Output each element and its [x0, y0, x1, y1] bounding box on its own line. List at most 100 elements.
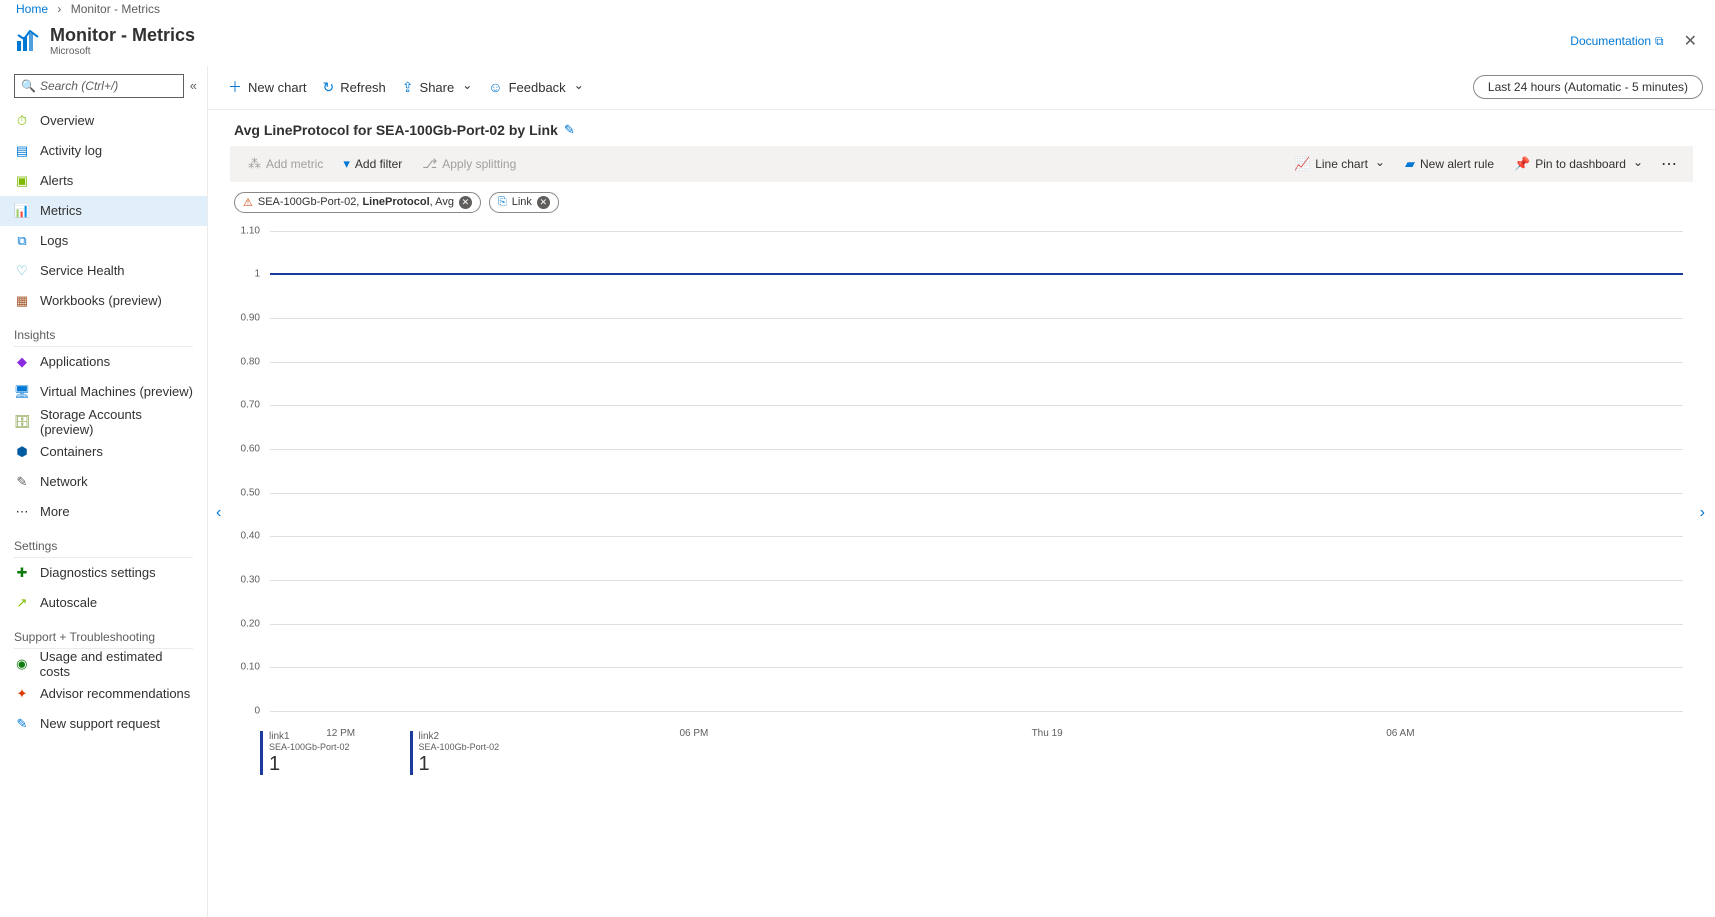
y-tick-label: 0.40 [230, 531, 260, 542]
monitor-icon [14, 27, 42, 55]
sidebar-item-autoscale[interactable]: ↗Autoscale [0, 588, 207, 618]
sidebar-item-activity-log[interactable]: ▤Activity log [0, 136, 207, 166]
refresh-icon: ↻ [323, 79, 335, 96]
gridline [270, 449, 1683, 450]
split-icon: ⎇ [422, 156, 437, 172]
filter-icon: ▾ [343, 156, 350, 172]
pin-icon: 📌 [1514, 156, 1530, 172]
nav-label: Network [40, 474, 88, 489]
sidebar-item-diagnostics-settings[interactable]: ✚ Diagnostics settings [0, 558, 207, 588]
nav-label: Virtual Machines (preview) [40, 384, 193, 399]
new-alert-button[interactable]: ▰New alert rule [1397, 152, 1502, 176]
nav-label: Alerts [40, 173, 73, 188]
search-input[interactable]: 🔍 Search (Ctrl+/) [14, 74, 184, 98]
breadcrumb-current: Monitor - Metrics [71, 2, 160, 16]
next-chart-icon[interactable]: › [1692, 496, 1713, 530]
legend-value: 1 [269, 753, 350, 775]
alert-icon: ▰ [1405, 156, 1415, 172]
nav-label: Workbooks (preview) [40, 293, 162, 308]
y-tick-label: 0.70 [230, 400, 260, 411]
nav-icon: ⋯ [14, 504, 30, 520]
sidebar-item-workbooks-preview-[interactable]: ▦ Workbooks (preview) [0, 286, 207, 316]
sidebar-item-containers[interactable]: ⬢Containers [0, 437, 207, 467]
nav-icon: ◆ [14, 354, 30, 370]
y-tick-label: 0.60 [230, 443, 260, 454]
nav-label: Metrics [40, 203, 82, 218]
gridline [270, 711, 1683, 712]
more-options-icon[interactable]: ⋯ [1655, 154, 1683, 174]
gridline [270, 536, 1683, 537]
nav-icon: ✦ [14, 686, 30, 702]
gridline [270, 493, 1683, 494]
metric-icon: ⁂ [248, 156, 261, 172]
sidebar-item-metrics[interactable]: 📊 Metrics [0, 196, 207, 226]
sidebar-item-storage-accounts-preview-[interactable]: 🗄Storage Accounts (preview) [0, 407, 207, 437]
sidebar-item-usage-and-estimated-costs[interactable]: ◉ Usage and estimated costs [0, 649, 207, 679]
nav-icon: 📊 [14, 203, 30, 219]
edit-title-icon[interactable]: ✎ [564, 122, 575, 138]
x-tick-label: Thu 19 [1032, 728, 1063, 739]
gridline [270, 231, 1683, 232]
group-settings: Settings [0, 527, 207, 555]
metric-chip[interactable]: ⚠ SEA-100Gb-Port-02, LineProtocol, Avg ✕ [234, 192, 481, 213]
breadcrumb-separator: › [57, 2, 61, 16]
breadcrumb: Home › Monitor - Metrics [0, 0, 1715, 22]
nav-icon: ▦ [14, 293, 30, 309]
nav-label: Overview [40, 113, 94, 128]
pin-dashboard-button[interactable]: 📌Pin to dashboard [1506, 152, 1651, 176]
chart-plot[interactable]: 1.1010.900.800.700.600.500.400.300.200.1… [230, 223, 1683, 723]
collapse-sidebar-icon[interactable]: « [190, 78, 197, 93]
main-content: ＋New chart ↻Refresh ⇪Share ☺Feedback Las… [208, 66, 1715, 917]
sidebar-item-alerts[interactable]: ▣Alerts [0, 166, 207, 196]
apply-splitting-button[interactable]: ⎇Apply splitting [414, 152, 524, 176]
smile-icon: ☺ [488, 79, 502, 95]
nav-label: Containers [40, 444, 103, 459]
refresh-button[interactable]: ↻Refresh [315, 75, 394, 100]
sidebar-item-more[interactable]: ⋯More [0, 497, 207, 527]
sidebar-item-new-support-request[interactable]: ✎New support request [0, 709, 207, 739]
remove-chip-icon[interactable]: ✕ [459, 196, 472, 209]
share-button[interactable]: ⇪Share [394, 75, 481, 100]
legend-series-name: link2 [419, 731, 500, 743]
add-filter-button[interactable]: ▾Add filter [335, 152, 410, 176]
nav-label: Advisor recommendations [40, 686, 190, 701]
documentation-link[interactable]: Documentation ⧉ [1570, 34, 1663, 49]
page-subtitle: Microsoft [50, 46, 195, 57]
search-icon: 🔍 [21, 79, 36, 93]
nav-label: Usage and estimated costs [40, 649, 193, 679]
breadcrumb-home[interactable]: Home [16, 2, 48, 16]
gridline [270, 318, 1683, 319]
x-tick-label: 12 PM [326, 728, 355, 739]
group-insights: Insights [0, 316, 207, 344]
external-link-icon: ⧉ [1655, 34, 1664, 49]
legend-item-link2[interactable]: link2SEA-100Gb-Port-021 [410, 731, 500, 775]
link-icon: ⎘ [498, 196, 507, 209]
nav-label: Diagnostics settings [40, 565, 156, 580]
feedback-button[interactable]: ☺Feedback [480, 75, 591, 99]
sidebar-item-service-health[interactable]: ♡Service Health [0, 256, 207, 286]
y-tick-label: 0.30 [230, 574, 260, 585]
legend-resource: SEA-100Gb-Port-02 [419, 742, 500, 752]
sidebar-item-applications[interactable]: ◆Applications [0, 347, 207, 377]
sidebar-item-virtual-machines-preview-[interactable]: 🖥 Virtual Machines (preview) [0, 377, 207, 407]
nav-icon: ✚ [14, 565, 30, 581]
nav-icon: 🖥 [14, 384, 30, 400]
add-metric-button[interactable]: ⁂Add metric [240, 152, 331, 176]
x-tick-label: 06 PM [679, 728, 708, 739]
time-range-picker[interactable]: Last 24 hours (Automatic - 5 minutes) [1473, 75, 1703, 99]
page-title: Monitor - Metrics [50, 26, 195, 46]
prev-chart-icon[interactable]: ‹ [208, 496, 229, 530]
filter-chip[interactable]: ⎘ Link ✕ [489, 192, 559, 213]
y-tick-label: 0.90 [230, 313, 260, 324]
sidebar-item-logs[interactable]: ⧉Logs [0, 226, 207, 256]
chart-type-dropdown[interactable]: 📈Line chart [1286, 152, 1393, 176]
y-tick-label: 0.20 [230, 618, 260, 629]
sidebar-item-overview[interactable]: ⏱Overview [0, 106, 207, 136]
sidebar-item-network[interactable]: ✎Network [0, 467, 207, 497]
new-chart-button[interactable]: ＋New chart [220, 73, 315, 101]
nav-icon: ◉ [14, 656, 30, 672]
close-icon[interactable]: ✕ [1680, 27, 1701, 55]
remove-chip-icon[interactable]: ✕ [537, 196, 550, 209]
nav-label: New support request [40, 716, 160, 731]
sidebar-item-advisor-recommendations[interactable]: ✦ Advisor recommendations [0, 679, 207, 709]
